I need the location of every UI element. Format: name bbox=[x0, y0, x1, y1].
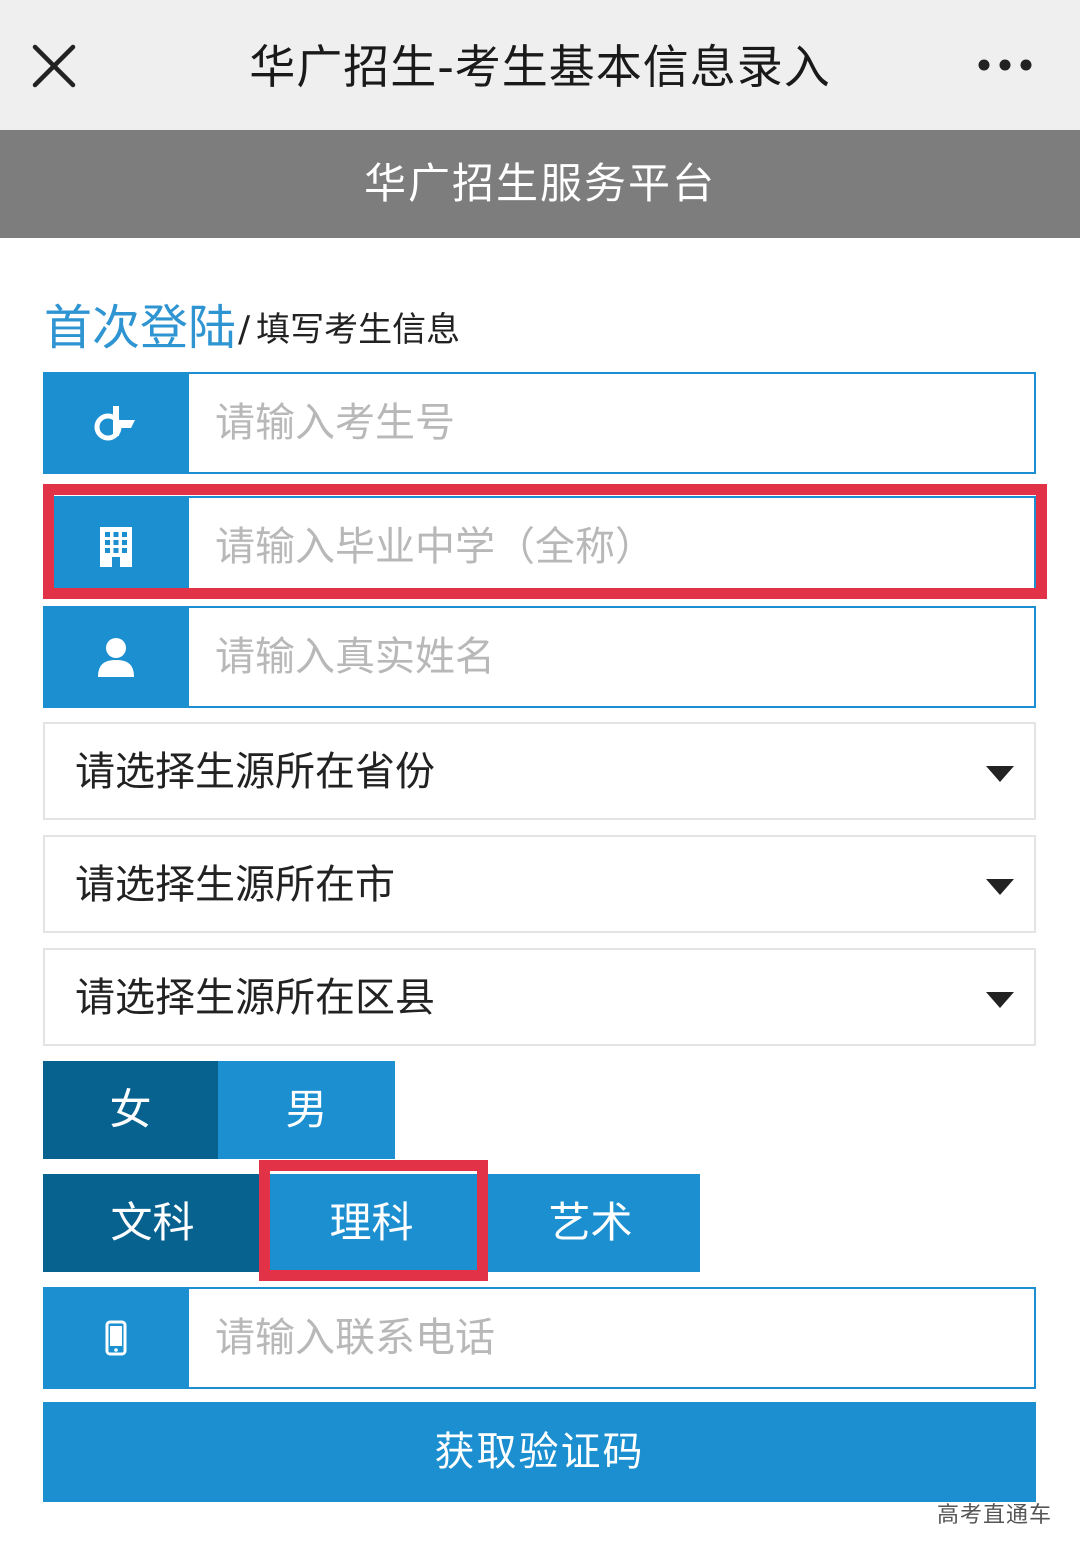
gender-toggle: 女 男 bbox=[43, 1061, 395, 1159]
close-icon bbox=[32, 44, 76, 88]
name-icon-box bbox=[43, 606, 189, 708]
mobile-phone-icon bbox=[105, 1320, 127, 1356]
chevron-down-icon bbox=[986, 992, 1014, 1008]
exam-number-field bbox=[43, 372, 1036, 474]
exam-number-icon-box bbox=[43, 372, 189, 474]
breadcrumb: 首次登陆 / 填写考生信息 bbox=[44, 288, 460, 358]
chevron-down-icon bbox=[986, 766, 1014, 782]
subject-option-art[interactable]: 艺术 bbox=[481, 1174, 700, 1272]
phone-icon-box bbox=[43, 1287, 189, 1389]
title-bar: 华广招生-考生基本信息录入 bbox=[0, 0, 1080, 130]
exam-number-input[interactable] bbox=[189, 374, 1034, 472]
name-field bbox=[43, 606, 1036, 708]
gender-option-female[interactable]: 女 bbox=[43, 1061, 218, 1159]
building-icon bbox=[100, 527, 132, 567]
close-button[interactable] bbox=[22, 28, 86, 104]
city-select-label: 请选择生源所在市 bbox=[75, 862, 395, 908]
phone-input[interactable] bbox=[189, 1289, 1034, 1387]
gender-option-male[interactable]: 男 bbox=[218, 1061, 395, 1159]
district-select[interactable]: 请选择生源所在区县 bbox=[43, 948, 1036, 1046]
district-select-label: 请选择生源所在区县 bbox=[75, 975, 435, 1021]
school-field bbox=[43, 496, 1036, 598]
breadcrumb-sub: 填写考生信息 bbox=[256, 310, 461, 350]
exam-number-icon bbox=[94, 406, 135, 441]
school-input[interactable] bbox=[189, 498, 1034, 596]
watermark: 高考直通车 bbox=[936, 1503, 1052, 1528]
user-icon bbox=[98, 638, 134, 677]
city-select[interactable]: 请选择生源所在市 bbox=[43, 835, 1036, 933]
chevron-down-icon bbox=[986, 879, 1014, 895]
subject-toggle: 文科 理科 艺术 bbox=[43, 1174, 700, 1272]
more-dots-icon bbox=[978, 59, 1032, 71]
province-select[interactable]: 请选择生源所在省份 bbox=[43, 722, 1036, 820]
breadcrumb-separator: / bbox=[238, 309, 251, 350]
get-code-button[interactable]: 获取验证码 bbox=[43, 1402, 1036, 1502]
name-input[interactable] bbox=[189, 608, 1034, 706]
province-select-label: 请选择生源所在省份 bbox=[75, 749, 435, 795]
school-icon-box bbox=[43, 496, 189, 598]
platform-header: 华广招生服务平台 bbox=[0, 130, 1080, 238]
phone-field bbox=[43, 1287, 1036, 1389]
subject-option-arts[interactable]: 文科 bbox=[43, 1174, 262, 1272]
more-button[interactable] bbox=[965, 40, 1045, 90]
subject-option-science[interactable]: 理科 bbox=[262, 1174, 481, 1272]
window-title: 华广招生-考生基本信息录入 bbox=[249, 40, 831, 94]
breadcrumb-main: 首次登陆 bbox=[44, 300, 237, 356]
